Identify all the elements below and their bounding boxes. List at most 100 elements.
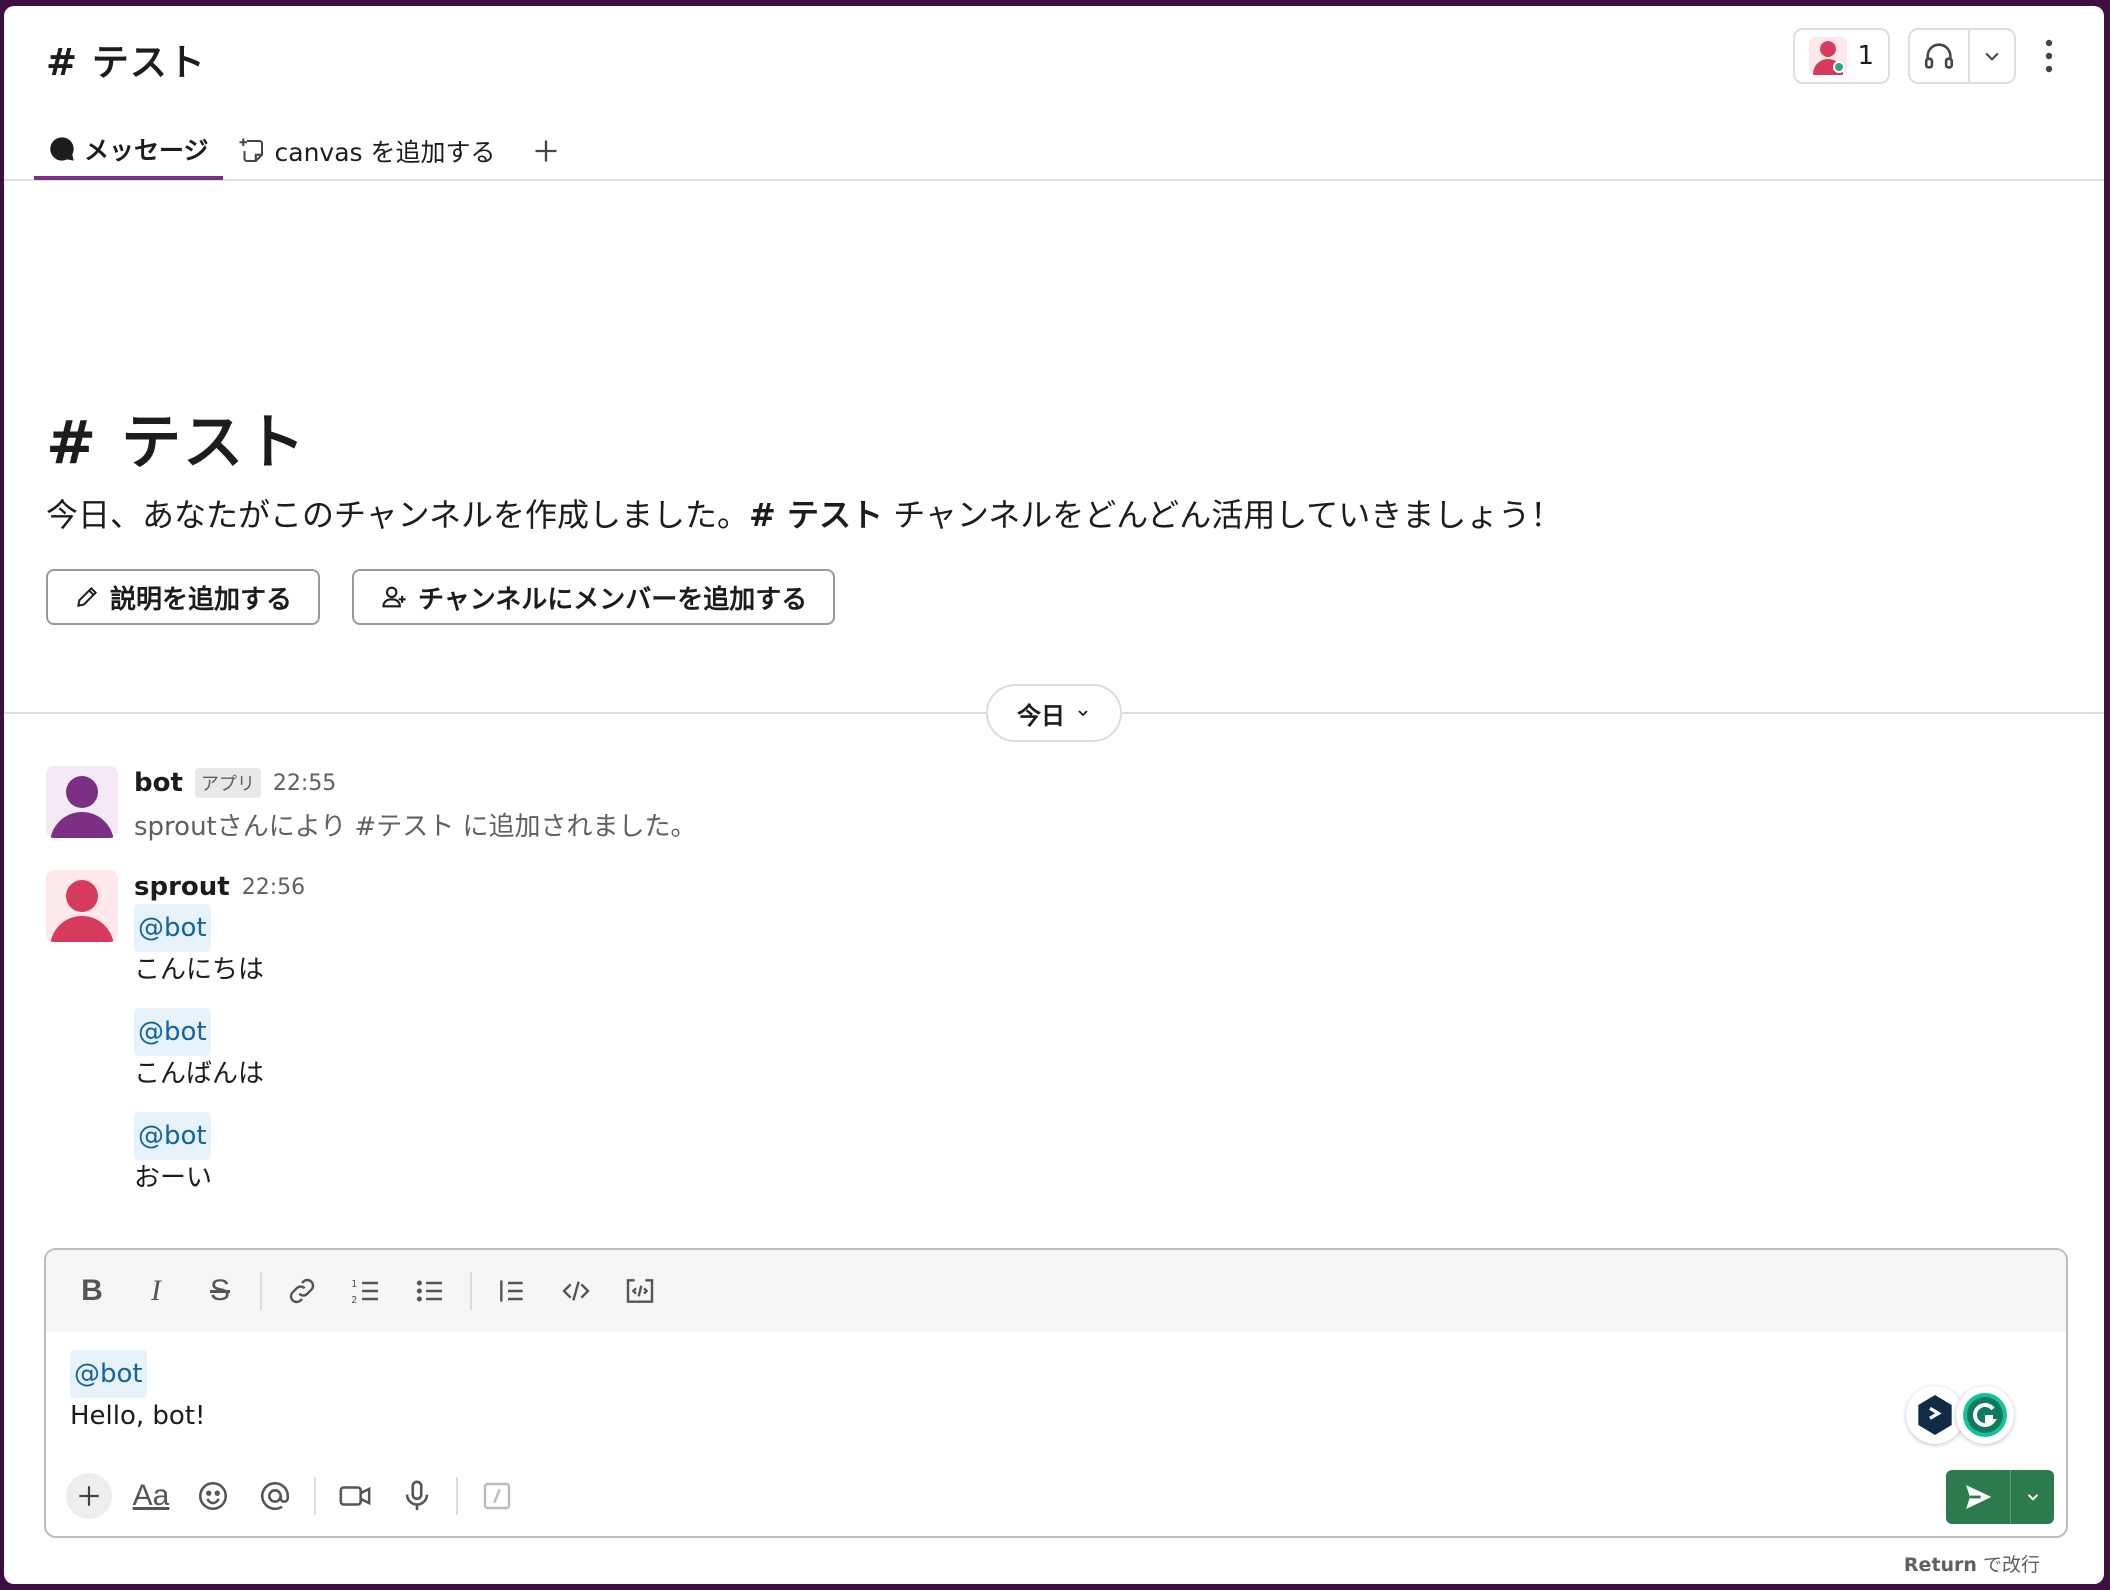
link-button[interactable] [270, 1261, 334, 1321]
members-button[interactable]: 1 [1793, 28, 1890, 84]
shortcuts-button[interactable] [466, 1468, 528, 1524]
extension-icons [1906, 1386, 2014, 1444]
composer-text[interactable]: Hello, bot! [70, 1394, 205, 1438]
app-badge: アプリ [194, 768, 261, 798]
grammarly-button[interactable] [1956, 1386, 2014, 1444]
plus-icon [79, 1486, 99, 1506]
intro-title: # テスト [46, 408, 308, 478]
mention-link[interactable]: @bot [134, 1112, 211, 1160]
tab-add-canvas[interactable]: canvas を追加する [223, 122, 510, 180]
more-options-button[interactable] [2034, 28, 2064, 84]
italic-button[interactable]: I [124, 1261, 188, 1321]
channel-window: # テスト 1 メッセージ canvas を追加する # テスト 今日、あなたが… [4, 6, 2104, 1584]
video-camera-icon [339, 1486, 371, 1506]
huddle-button[interactable] [1910, 30, 1968, 82]
at-sign-icon [261, 1482, 290, 1510]
mention-link[interactable]: @bot [134, 904, 211, 952]
header-actions: 1 [1793, 28, 2064, 84]
tab-add-canvas-label: canvas を追加する [274, 138, 496, 167]
attach-button[interactable] [58, 1468, 120, 1524]
emoji-button[interactable] [182, 1468, 244, 1524]
message-content: sprout 22:56 @bot こんにちは @bot こんばんは @bot … [134, 870, 1934, 1200]
message-text: sproutさんにより #テスト に追加されました。 [134, 812, 697, 842]
intro-text: 今日、あなたがこのチャンネルを作成しました。# テスト チャンネルをどんどん活用… [46, 490, 1562, 536]
bullet-list-button[interactable] [398, 1261, 462, 1321]
formatting-toggle-button[interactable]: Aa [120, 1468, 182, 1524]
bullet-list-icon [416, 1280, 442, 1302]
bot-avatar[interactable] [46, 766, 118, 838]
plus-icon [535, 140, 557, 162]
add-person-icon [382, 586, 406, 608]
microphone-icon [405, 1480, 429, 1511]
member-count: 1 [1857, 41, 1874, 71]
blockquote-icon [500, 1280, 523, 1302]
online-status-dot [1833, 61, 1846, 73]
intro-buttons: 説明を追加する チャンネルにメンバーを追加する [46, 569, 836, 625]
member-avatar [1809, 37, 1848, 75]
numbered-list-icon: 12 [351, 1279, 378, 1306]
add-members-button[interactable]: チャンネルにメンバーを追加する [352, 569, 836, 625]
canvas-add-icon [239, 138, 263, 162]
strikethrough-icon: S [209, 1274, 230, 1307]
chevron-down-icon [2027, 1494, 2038, 1501]
message-text: こんにちは [134, 955, 265, 985]
message-composer[interactable]: B I S 12 @bot Hello, bot! Aa [44, 1248, 2068, 1538]
chevron-down-icon [1985, 52, 1999, 61]
code-icon [562, 1281, 590, 1301]
message-text: おーい [134, 1163, 213, 1193]
kebab-icon [2045, 39, 2053, 73]
date-jump-button[interactable]: 今日 [986, 684, 1122, 742]
audio-clip-button[interactable] [386, 1468, 448, 1524]
send-button[interactable] [1946, 1470, 2010, 1524]
composer-actions: Aa [58, 1466, 528, 1526]
channel-tabs: メッセージ canvas を追加する [34, 120, 582, 180]
deepl-icon [1918, 1395, 1952, 1435]
bold-icon: B [81, 1274, 103, 1307]
message-content: bot アプリ 22:55 sproutさんにより #テスト に追加されました。 [134, 766, 1934, 843]
tab-messages[interactable]: メッセージ [34, 122, 223, 180]
composer-mention[interactable]: @bot [70, 1350, 147, 1398]
ordered-list-button[interactable]: 12 [334, 1261, 398, 1321]
add-description-button[interactable]: 説明を追加する [46, 569, 321, 625]
message-author[interactable]: sprout [134, 872, 230, 902]
hint-text: で改行 [1976, 1554, 2040, 1576]
mention-button[interactable] [244, 1468, 306, 1524]
intro-channel-link[interactable]: # テスト [749, 496, 883, 534]
intro-text-before: 今日、あなたがこのチャンネルを作成しました。 [46, 496, 750, 534]
schedule-send-button[interactable] [2010, 1470, 2054, 1524]
message-bubble-icon [50, 137, 74, 161]
headphones-icon [1924, 43, 1954, 69]
code-block-icon [626, 1279, 654, 1303]
intro-text-after: チャンネルをどんどん活用していきましょう！ [883, 496, 1563, 534]
blockquote-button[interactable] [480, 1261, 544, 1321]
message-author[interactable]: bot [134, 768, 183, 798]
pencil-icon [77, 586, 98, 607]
message-time[interactable]: 22:55 [273, 771, 336, 796]
video-clip-button[interactable] [324, 1468, 386, 1524]
send-icon [1966, 1485, 1992, 1509]
sprout-avatar[interactable] [46, 870, 118, 942]
slash-command-icon [483, 1482, 511, 1510]
code-block-button[interactable] [608, 1261, 672, 1321]
bold-button[interactable]: B [60, 1261, 124, 1321]
italic-icon: I [151, 1274, 161, 1307]
svg-text:2: 2 [351, 1295, 357, 1306]
grammarly-icon [1963, 1393, 2007, 1437]
chevron-down-icon [1078, 710, 1088, 717]
font-format-icon: Aa [132, 1479, 170, 1512]
add-tab-button[interactable] [510, 122, 582, 180]
message-text: こんばんは [134, 1059, 265, 1089]
message-input[interactable]: @bot Hello, bot! [70, 1350, 205, 1438]
mention-link[interactable]: @bot [134, 1008, 211, 1056]
strikethrough-button[interactable]: S [188, 1261, 252, 1321]
channel-title[interactable]: # テスト [46, 32, 206, 86]
svg-text:1: 1 [351, 1279, 357, 1290]
date-label: 今日 [1017, 701, 1065, 730]
formatting-toolbar: B I S 12 [46, 1250, 2066, 1332]
message-time[interactable]: 22:56 [242, 875, 305, 900]
add-description-label: 説明を追加する [110, 584, 293, 615]
code-button[interactable] [544, 1261, 608, 1321]
smiley-icon [198, 1481, 228, 1511]
huddle-options-button[interactable] [1968, 30, 2014, 82]
tab-messages-label: メッセージ [84, 136, 209, 165]
